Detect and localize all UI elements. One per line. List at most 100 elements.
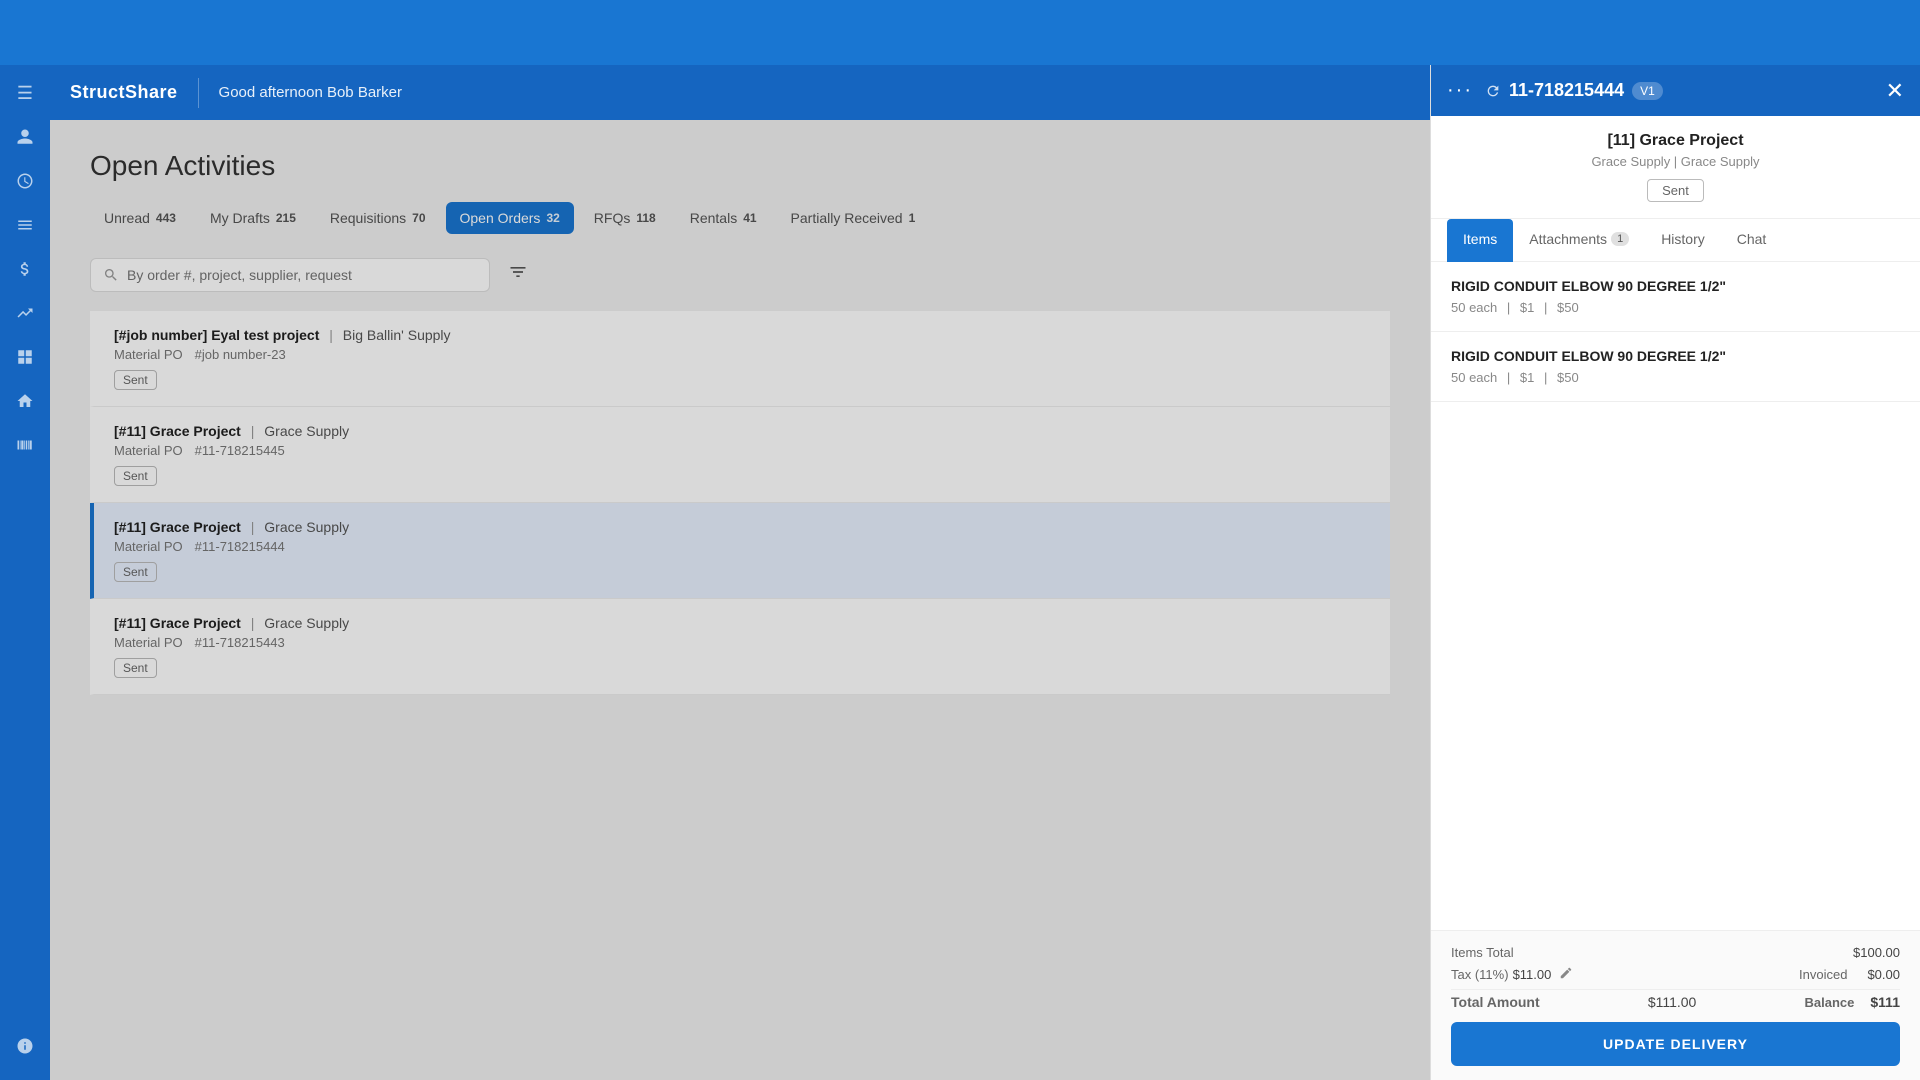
order-meta-2: Material PO #11-718215445 (114, 443, 1370, 458)
tab-my-drafts[interactable]: My Drafts 215 (196, 202, 310, 234)
panel-tab-items-label: Items (1463, 231, 1497, 247)
tab-rfqs-badge: 118 (636, 211, 655, 225)
page-content: Open Activities Unread 443 My Drafts 215… (50, 120, 1430, 1080)
order-item[interactable]: [#job number] Eyal test project | Big Ba… (90, 311, 1390, 407)
panel-project-info: [11] Grace Project Grace Supply | Grace … (1431, 116, 1920, 219)
panel-item-2-qty: 50 each (1451, 370, 1497, 385)
tab-requisitions-badge: 70 (412, 211, 425, 225)
panel-item-2-sep2: | (1544, 370, 1547, 385)
order-status-3: Sent (114, 562, 157, 582)
tab-requisitions[interactable]: Requisitions 70 (316, 202, 440, 234)
home-icon[interactable] (7, 383, 43, 419)
greeting: Good afternoon Bob Barker (219, 84, 402, 101)
panel-item-1: RIGID CONDUIT ELBOW 90 DEGREE 1/2" 50 ea… (1431, 262, 1920, 332)
panel-item-2-unit: $1 (1520, 370, 1534, 385)
panel-tab-history-label: History (1661, 231, 1705, 247)
search-input-wrap (90, 258, 490, 292)
order-status-1: Sent (114, 370, 157, 390)
page-title: Open Activities (90, 150, 1390, 182)
order-list: [#job number] Eyal test project | Big Ba… (90, 311, 1390, 695)
panel-close-button[interactable]: ✕ (1886, 80, 1904, 102)
menu-icon[interactable]: ☰ (7, 75, 43, 111)
tax-edit-icon[interactable] (1559, 966, 1573, 983)
sidebar: ☰ (0, 65, 50, 1080)
tab-open-orders-label: Open Orders (460, 210, 541, 226)
footer-items-total-row: Items Total $100.00 (1451, 945, 1900, 960)
panel-project-name: [11] Grace Project (1447, 132, 1904, 150)
panel-header-left: ··· 11-718215444 V1 (1447, 79, 1663, 102)
tab-open-orders[interactable]: Open Orders 32 (446, 202, 574, 234)
panel-status-badge: Sent (1647, 179, 1704, 202)
panel-more-options[interactable]: ··· (1447, 79, 1473, 102)
panel-item-2-meta: 50 each | $1 | $50 (1451, 370, 1900, 385)
total-amount-label: Total Amount (1451, 994, 1540, 1010)
tab-my-drafts-label: My Drafts (210, 210, 270, 226)
panel-tab-history[interactable]: History (1645, 219, 1721, 262)
content-header: StructShare Good afternoon Bob Barker (50, 65, 1430, 120)
tab-rentals-label: Rentals (690, 210, 737, 226)
panel-order-id: 11-718215444 V1 (1485, 80, 1663, 101)
tab-unread[interactable]: Unread 443 (90, 202, 190, 234)
order-meta-3: Material PO #11-718215444 (114, 539, 1370, 554)
tabs-bar: Unread 443 My Drafts 215 Requisitions 70… (90, 202, 1390, 234)
invoiced-value: $0.00 (1867, 967, 1900, 982)
header-divider (198, 78, 199, 108)
tab-rentals[interactable]: Rentals 41 (676, 202, 771, 234)
order-title-2: [#11] Grace Project | Grace Supply (114, 423, 1370, 439)
info-icon[interactable] (7, 1028, 43, 1064)
dollar-icon[interactable] (7, 251, 43, 287)
clock-icon[interactable] (7, 163, 43, 199)
tab-unread-label: Unread (104, 210, 150, 226)
panel-item-2: RIGID CONDUIT ELBOW 90 DEGREE 1/2" 50 ea… (1431, 332, 1920, 402)
barcode-icon[interactable] (7, 427, 43, 463)
footer-tax-row: Tax (11%) $11.00 Invoiced $0.00 (1451, 966, 1900, 983)
balance-value: $111 (1870, 994, 1900, 1010)
items-total-label: Items Total (1451, 945, 1514, 960)
order-item[interactable]: [#11] Grace Project | Grace Supply Mater… (90, 407, 1390, 503)
panel-footer: Items Total $100.00 Tax (11%) $11.00 Inv… (1431, 930, 1920, 1080)
panel-item-2-sep1: | (1507, 370, 1510, 385)
filter-icon[interactable] (500, 254, 536, 295)
order-status-2: Sent (114, 466, 157, 486)
person-icon[interactable] (7, 119, 43, 155)
tab-rentals-badge: 41 (743, 211, 756, 225)
logo: StructShare (70, 82, 178, 103)
order-title-4: [#11] Grace Project | Grace Supply (114, 615, 1370, 631)
total-amount-value: $111.00 (1648, 994, 1697, 1010)
search-input[interactable] (127, 267, 477, 283)
panel-items-list: RIGID CONDUIT ELBOW 90 DEGREE 1/2" 50 ea… (1431, 262, 1920, 930)
tab-partially-received[interactable]: Partially Received 1 (777, 202, 930, 234)
panel-item-1-unit: $1 (1520, 300, 1534, 315)
update-delivery-button[interactable]: UPDATE DELIVERY (1451, 1022, 1900, 1066)
footer-total-row: Total Amount $111.00 Balance $111 (1451, 989, 1900, 1010)
grid-icon[interactable] (7, 339, 43, 375)
panel-tab-attachments[interactable]: Attachments 1 (1513, 219, 1645, 262)
tab-unread-badge: 443 (156, 211, 176, 225)
tab-partially-received-badge: 1 (909, 211, 916, 225)
invoiced-label: Invoiced (1799, 967, 1847, 982)
panel-item-1-total: $50 (1557, 300, 1579, 315)
panel-item-1-sep2: | (1544, 300, 1547, 315)
search-icon (103, 267, 119, 283)
order-meta-4: Material PO #11-718215443 (114, 635, 1370, 650)
balance-label: Balance (1805, 995, 1855, 1010)
panel-item-1-qty: 50 each (1451, 300, 1497, 315)
panel-tab-chat-label: Chat (1737, 231, 1767, 247)
tax-value: $11.00 (1513, 967, 1552, 982)
order-item-selected[interactable]: [#11] Grace Project | Grace Supply Mater… (90, 503, 1390, 599)
list-icon[interactable] (7, 207, 43, 243)
panel-tab-chat[interactable]: Chat (1721, 219, 1783, 262)
panel-tab-items[interactable]: Items (1447, 219, 1513, 262)
panel-tabs: Items Attachments 1 History Chat (1431, 219, 1920, 262)
tab-partially-received-label: Partially Received (791, 210, 903, 226)
tab-rfqs[interactable]: RFQs 118 (580, 202, 670, 234)
tab-rfqs-label: RFQs (594, 210, 631, 226)
order-item[interactable]: [#11] Grace Project | Grace Supply Mater… (90, 599, 1390, 695)
panel-tab-attachments-badge: 1 (1611, 232, 1629, 246)
panel-order-number: 11-718215444 (1509, 80, 1624, 101)
order-meta-1: Material PO #job number-23 (114, 347, 1370, 362)
panel-item-2-total: $50 (1557, 370, 1579, 385)
panel-version: V1 (1632, 82, 1663, 100)
chart-icon[interactable] (7, 295, 43, 331)
refresh-icon (1485, 83, 1501, 99)
